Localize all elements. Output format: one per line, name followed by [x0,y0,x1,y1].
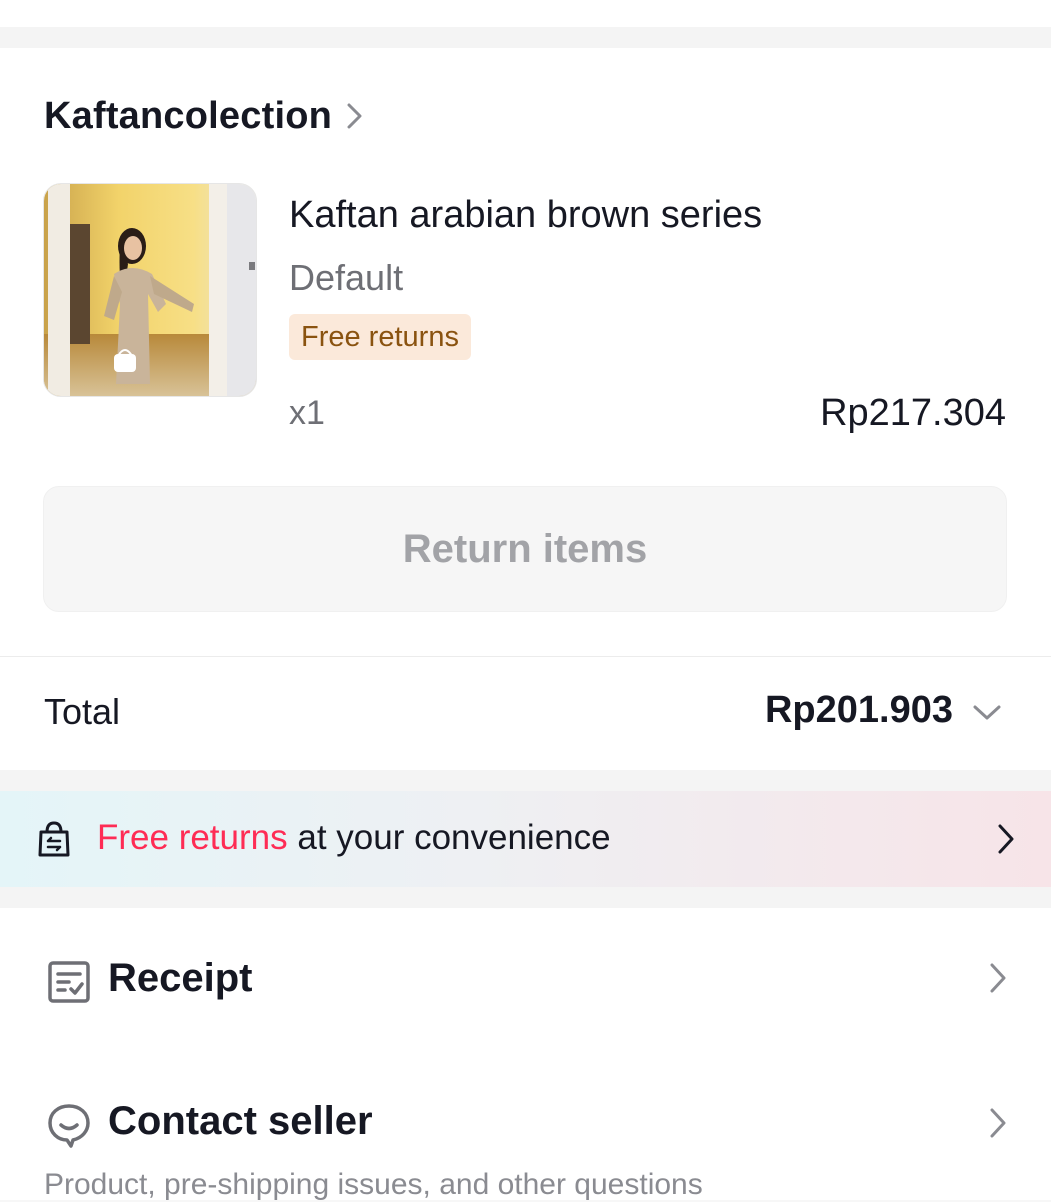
receipt-icon [48,961,90,1003]
free-returns-badge: Free returns [289,314,471,360]
order-menu: Receipt Contact seller [0,908,1051,1200]
receipt-label: Receipt [108,956,253,1000]
banner-highlight: Free returns [97,818,288,857]
return-items-button[interactable]: Return items [43,486,1007,612]
receipt-row[interactable]: Receipt [0,928,1051,1028]
total-label: Total [44,691,121,732]
chevron-right-icon [998,824,1014,854]
top-strip [0,0,1051,27]
product-quantity: x1 [289,394,325,432]
return-bag-icon [38,821,70,857]
free-returns-banner[interactable]: Free returns at your convenience [0,791,1051,887]
product-variant: Default [289,257,404,298]
total-value[interactable]: Rp201.903 [765,689,953,732]
chevron-right-icon [990,963,1006,993]
chevron-right-icon [990,1108,1006,1138]
section-gap [0,770,1051,791]
chat-bubble-icon [48,1104,90,1148]
contact-seller-row[interactable]: Contact seller [0,1073,1051,1173]
section-gap [0,27,1051,48]
banner-text: Free returns at your convenience [97,818,611,858]
contact-seller-label: Contact seller [108,1099,373,1143]
divider [0,656,1051,657]
shop-name: Kaftancolection [44,94,333,137]
product-photo [44,184,256,396]
contact-seller-subtitle: Product, pre-shipping issues, and other … [44,1168,703,1201]
chevron-down-icon[interactable] [972,704,1002,722]
order-card: Kaftancolection Kaftan arabian brown ser… [0,48,1051,770]
product-image[interactable] [43,183,257,397]
section-gap [0,887,1051,908]
product-price: Rp217.304 [820,392,1006,434]
shop-link[interactable]: Kaftancolection [44,92,364,140]
product-title[interactable]: Kaftan arabian brown series [289,194,762,237]
chevron-right-icon [347,103,362,129]
banner-rest: at your convenience [287,818,611,857]
